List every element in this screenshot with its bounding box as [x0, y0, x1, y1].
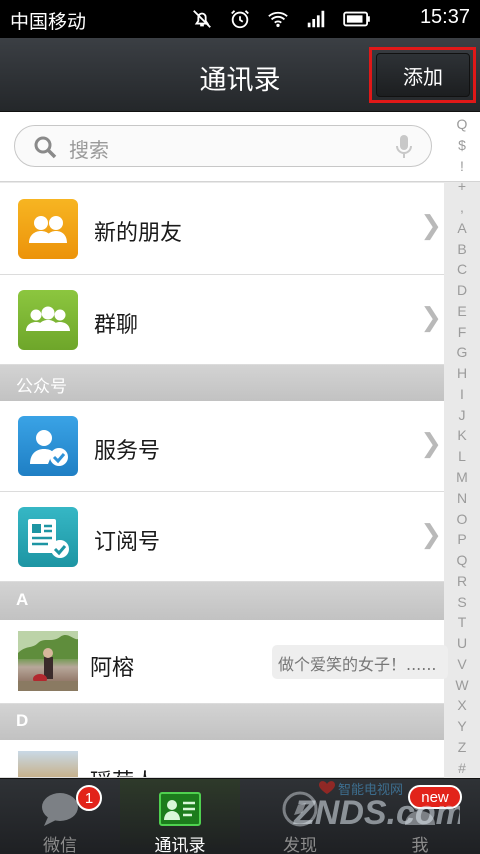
index-letter[interactable]: T: [458, 614, 467, 630]
alphabet-index[interactable]: Q $! +, A B C D E F G H I J K L M N O P Q R S T U V W X Y Z #: [450, 116, 474, 776]
section-header-a: A: [0, 582, 444, 620]
group-chat-label: 群聊: [94, 313, 139, 338]
index-letter[interactable]: V: [457, 656, 466, 672]
signal-icon: [307, 10, 325, 28]
new-friends-label: 新的朋友: [94, 221, 183, 246]
search-placeholder: 搜索: [69, 138, 109, 162]
tab-contacts[interactable]: 通讯录: [120, 779, 240, 854]
avatar: [18, 631, 78, 691]
index-letter[interactable]: L: [458, 448, 466, 464]
add-button[interactable]: 添加: [376, 53, 470, 97]
index-letter[interactable]: W: [455, 677, 468, 693]
index-letter[interactable]: C: [457, 261, 467, 277]
index-letter[interactable]: K: [457, 427, 466, 443]
contact-row[interactable]: 瑶荷人: [0, 740, 444, 778]
list-item-new-friends[interactable]: 新的朋友 ❯: [0, 183, 444, 275]
battery-icon: [343, 11, 370, 27]
list-item-group-chat[interactable]: 群聊 ❯: [0, 275, 444, 365]
index-letter[interactable]: M: [456, 469, 468, 485]
index-letter[interactable]: E: [457, 303, 466, 319]
index-letter[interactable]: G: [457, 344, 468, 360]
index-letter[interactable]: Y: [457, 718, 466, 734]
index-letter[interactable]: Q: [457, 116, 468, 132]
index-letter[interactable]: S: [457, 594, 466, 610]
index-letter[interactable]: F: [458, 324, 467, 340]
contacts-card-icon: [159, 792, 201, 826]
index-letter[interactable]: P: [457, 531, 466, 547]
search-bar: 搜索: [0, 112, 480, 182]
chevron-right-icon: ❯: [420, 303, 442, 333]
chevron-right-icon: ❯: [420, 429, 442, 459]
header-bar: 通讯录 添加: [0, 38, 480, 112]
tab-label: 微信: [43, 836, 77, 854]
search-input[interactable]: 搜索: [14, 125, 432, 167]
new-friends-icon: [18, 199, 78, 259]
section-header-d: D: [0, 704, 444, 740]
carrier-name: 中国移动: [10, 11, 87, 33]
microphone-icon[interactable]: [395, 134, 413, 160]
wifi-icon: [268, 11, 288, 28]
index-letter[interactable]: J: [459, 407, 466, 423]
chat-bubble-icon: [42, 793, 78, 826]
service-account-icon: [18, 416, 78, 476]
index-letter[interactable]: !: [460, 158, 464, 174]
contact-name: 阿榕: [90, 656, 135, 681]
index-letter[interactable]: +: [458, 178, 466, 194]
chevron-right-icon: ❯: [420, 520, 442, 550]
unread-badge: 1: [76, 785, 102, 811]
index-letter[interactable]: O: [457, 511, 468, 527]
subscription-account-label: 订阅号: [94, 530, 161, 555]
clock: 15:37: [419, 6, 470, 28]
index-letter[interactable]: R: [457, 573, 467, 589]
index-letter[interactable]: N: [457, 490, 467, 506]
index-letter[interactable]: H: [457, 365, 467, 381]
tab-chats[interactable]: 微信: [0, 779, 120, 854]
alarm-icon: [231, 10, 249, 29]
index-letter[interactable]: X: [457, 697, 466, 713]
service-account-label: 服务号: [94, 439, 161, 464]
contact-signature: 做个爱笑的女子！......: [272, 645, 448, 679]
search-icon: [34, 136, 57, 159]
section-header-official: 公众号: [0, 365, 444, 401]
index-letter[interactable]: Z: [458, 739, 467, 755]
contact-name: 瑶荷人: [90, 764, 156, 777]
index-letter[interactable]: U: [457, 635, 467, 651]
index-letter[interactable]: $: [458, 137, 466, 153]
contact-row[interactable]: 阿榕 做个爱笑的女子！......: [0, 620, 448, 704]
tab-label: 通讯录: [154, 836, 206, 854]
group-chat-icon: [18, 290, 78, 350]
list-item-service-account[interactable]: 服务号 ❯: [0, 401, 444, 492]
subscription-account-icon: [18, 507, 78, 567]
index-letter[interactable]: D: [457, 282, 467, 298]
list-item-subscription-account[interactable]: 订阅号 ❯: [0, 492, 444, 582]
index-letter[interactable]: B: [457, 241, 466, 257]
index-letter[interactable]: #: [458, 760, 466, 776]
watermark-text: ZNDS.com: [293, 794, 460, 832]
chevron-right-icon: ❯: [420, 211, 442, 241]
index-letter[interactable]: A: [457, 220, 466, 236]
notifications-off-icon: [193, 10, 211, 28]
index-letter[interactable]: I: [460, 386, 464, 402]
status-icons: [190, 8, 372, 30]
avatar: [18, 751, 78, 777]
index-letter[interactable]: ,: [460, 199, 464, 215]
index-letter[interactable]: Q: [457, 552, 468, 568]
status-bar: 中国移动 15:37: [0, 0, 480, 38]
znds-watermark-logo: 智能电视网 ZNDS.com: [293, 781, 460, 832]
